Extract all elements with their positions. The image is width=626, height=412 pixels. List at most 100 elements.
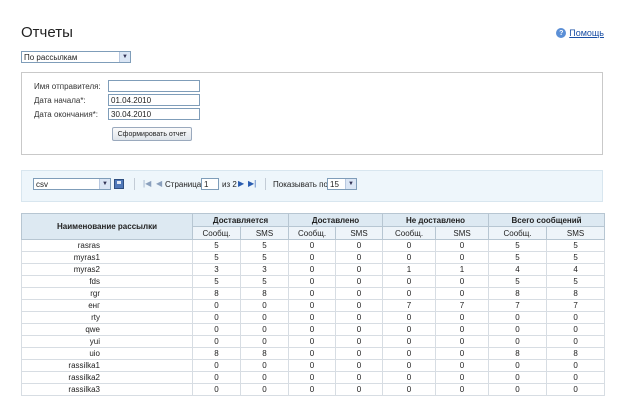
count-cell: 8 xyxy=(546,347,606,360)
count-cell: 0 xyxy=(192,335,241,348)
count-cell: 0 xyxy=(382,359,437,372)
group-header-delivering: Доставляется xyxy=(191,213,290,227)
report-type-select[interactable]: По рассылкам ▼ xyxy=(21,51,131,63)
count-cell: 0 xyxy=(192,323,241,336)
generate-report-button[interactable]: Сформировать отчет xyxy=(112,127,192,141)
count-cell: 0 xyxy=(288,311,337,324)
table-row: rassilka2 0 0 0 0 0 0 0 0 xyxy=(21,371,606,384)
end-date-input[interactable]: 30.04.2010 xyxy=(108,108,200,120)
count-cell: 0 xyxy=(435,251,490,264)
help-link-group[interactable]: ? Помощь xyxy=(556,28,604,38)
page-title: Отчеты xyxy=(21,24,73,41)
count-cell: 0 xyxy=(288,323,337,336)
count-cell: 0 xyxy=(488,323,548,336)
count-cell: 5 xyxy=(488,275,548,288)
sub-header-messages: Сообщ. xyxy=(192,226,241,240)
count-cell: 0 xyxy=(239,383,290,396)
count-cell: 0 xyxy=(546,383,606,396)
table-row: rassilka1 0 0 0 0 0 0 0 0 xyxy=(21,359,606,372)
table-row: fds 5 5 0 0 0 0 5 5 xyxy=(21,275,606,288)
mailing-name-cell: rasras xyxy=(21,239,193,252)
count-cell: 7 xyxy=(382,299,437,312)
count-cell: 0 xyxy=(382,275,437,288)
count-cell: 0 xyxy=(288,383,337,396)
count-cell: 8 xyxy=(488,287,548,300)
sub-header-sms: SMS xyxy=(546,226,606,240)
table-row: myras1 5 5 0 0 0 0 5 5 xyxy=(21,251,606,264)
count-cell: 0 xyxy=(192,383,241,396)
last-page-icon[interactable]: ▶| xyxy=(248,179,256,188)
count-cell: 0 xyxy=(488,383,548,396)
count-cell: 8 xyxy=(488,347,548,360)
count-cell: 0 xyxy=(239,335,290,348)
first-page-icon[interactable]: |◀ xyxy=(143,179,151,188)
table-row: rty 0 0 0 0 0 0 0 0 xyxy=(21,311,606,324)
end-date-label: Дата окончания*: xyxy=(34,110,99,119)
count-cell: 0 xyxy=(288,239,337,252)
count-cell: 0 xyxy=(335,311,384,324)
count-cell: 0 xyxy=(192,371,241,384)
mailing-name-cell: rassilka2 xyxy=(21,371,193,384)
mailing-name-cell: енг xyxy=(21,299,193,312)
count-cell: 0 xyxy=(239,359,290,372)
count-cell: 0 xyxy=(335,287,384,300)
report-type-value: По рассылкам xyxy=(24,52,78,62)
help-icon[interactable]: ? xyxy=(556,28,567,38)
mailing-name-cell: qwe xyxy=(21,323,193,336)
mailing-name-cell: rgr xyxy=(21,287,193,300)
export-format-select[interactable]: csv ▼ xyxy=(33,178,111,190)
count-cell: 3 xyxy=(239,263,290,276)
chevron-down-icon[interactable]: ▼ xyxy=(119,52,130,62)
per-page-select[interactable]: 15 ▼ xyxy=(327,178,357,190)
count-cell: 5 xyxy=(192,275,241,288)
sub-header-sms: SMS xyxy=(335,226,384,240)
count-cell: 0 xyxy=(192,311,241,324)
count-cell: 8 xyxy=(239,347,290,360)
count-cell: 0 xyxy=(488,359,548,372)
count-cell: 0 xyxy=(288,371,337,384)
count-cell: 5 xyxy=(488,251,548,264)
count-cell: 0 xyxy=(435,371,490,384)
group-header-total: Всего сообщений xyxy=(488,213,606,227)
prev-page-icon[interactable]: ◀ xyxy=(156,179,162,188)
mailing-name-cell: myras1 xyxy=(21,251,193,264)
mailing-name-cell: rassilka3 xyxy=(21,383,193,396)
page-number-input[interactable]: 1 xyxy=(201,178,219,190)
count-cell: 0 xyxy=(488,335,548,348)
help-link[interactable]: Помощь xyxy=(569,28,604,38)
count-cell: 0 xyxy=(435,359,490,372)
chevron-down-icon[interactable]: ▼ xyxy=(99,179,110,189)
sub-header-sms: SMS xyxy=(239,226,290,240)
count-cell: 1 xyxy=(435,263,490,276)
save-icon[interactable] xyxy=(114,179,124,189)
next-page-icon[interactable]: ▶ xyxy=(238,179,244,188)
count-cell: 4 xyxy=(546,263,606,276)
start-date-input[interactable]: 01.04.2010 xyxy=(108,94,200,106)
export-format-value: csv xyxy=(36,179,48,189)
count-cell: 0 xyxy=(288,275,337,288)
count-cell: 0 xyxy=(382,335,437,348)
count-cell: 0 xyxy=(335,263,384,276)
count-cell: 0 xyxy=(546,371,606,384)
sender-label: Имя отправителя: xyxy=(34,82,101,91)
count-cell: 0 xyxy=(335,359,384,372)
table-row: rasras 5 5 0 0 0 0 5 5 xyxy=(21,239,606,252)
table-row: myras2 3 3 0 0 1 1 4 4 xyxy=(21,263,606,276)
count-cell: 0 xyxy=(546,311,606,324)
sender-input[interactable] xyxy=(108,80,200,92)
count-cell: 0 xyxy=(382,311,437,324)
sub-header-messages: Сообщ. xyxy=(288,226,337,240)
chevron-down-icon[interactable]: ▼ xyxy=(345,179,356,189)
count-cell: 7 xyxy=(546,299,606,312)
count-cell: 0 xyxy=(435,323,490,336)
count-cell: 0 xyxy=(335,251,384,264)
count-cell: 4 xyxy=(488,263,548,276)
page-count-label: из 2 xyxy=(222,180,237,189)
mailing-name-cell: uio xyxy=(21,347,193,360)
per-page-label: Показывать по xyxy=(273,180,328,189)
count-cell: 0 xyxy=(192,359,241,372)
toolbar-separator xyxy=(134,178,135,190)
table-row: yui 0 0 0 0 0 0 0 0 xyxy=(21,335,606,348)
count-cell: 0 xyxy=(382,239,437,252)
count-cell: 0 xyxy=(382,371,437,384)
